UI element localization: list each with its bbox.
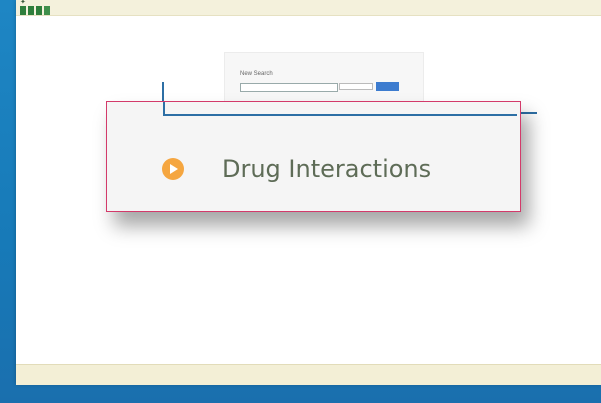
drug-interactions-label: Drug Interactions [222,155,432,183]
nav-tab-4[interactable] [44,6,50,15]
site-header: ✦ [16,0,601,16]
play-circle-icon [162,158,184,180]
nav-tab-1[interactable] [20,6,26,15]
header-links [587,6,595,14]
callout-results-outline [163,102,517,116]
site-footer [16,364,601,385]
main-nav [20,6,50,15]
nav-tab-3[interactable] [36,6,42,15]
new-search-label: New Search [240,71,273,77]
drug-interactions-callout[interactable]: Drug Interactions [106,101,521,212]
site-logo[interactable]: ✦ [20,0,32,6]
nav-tab-2[interactable] [28,6,34,15]
